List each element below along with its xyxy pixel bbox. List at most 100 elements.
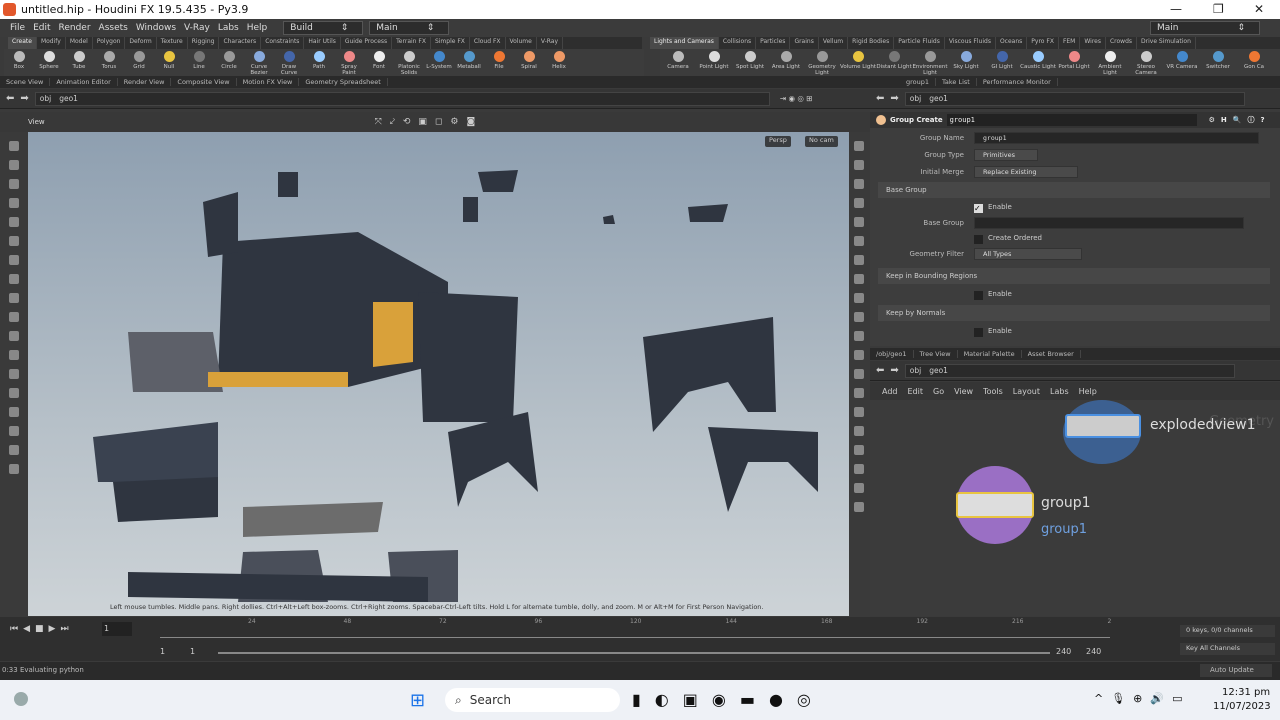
group-type-menu[interactable]: Primitives (974, 149, 1038, 161)
path-obj[interactable]: obj (910, 366, 921, 375)
network-menu-labs[interactable]: Labs (1050, 387, 1069, 396)
range-start[interactable]: 1 (190, 647, 195, 656)
shelf-tab-deform[interactable]: Deform (125, 37, 157, 49)
pane-tab-composite-view[interactable]: Composite View (171, 78, 237, 86)
path-field-params[interactable]: obj geo1 (904, 91, 1245, 106)
shelf-tool-helix[interactable]: Helix (544, 49, 574, 76)
shelf-tab-grains[interactable]: Grains (790, 37, 819, 49)
back-icon[interactable]: ⬅ (6, 93, 14, 104)
pane-tab-motion-fx-view[interactable]: Motion FX View (237, 78, 300, 86)
minimize-button[interactable]: — (1170, 2, 1182, 16)
pane-tab-render-view[interactable]: Render View (118, 78, 172, 86)
shelf-tool-gi-light[interactable]: GI Light (984, 49, 1020, 76)
path-obj[interactable]: obj (40, 94, 51, 103)
back-icon[interactable]: ⬅ (876, 365, 884, 376)
shelf-tab-terrain-fx[interactable]: Terrain FX (392, 37, 431, 49)
base-group-section[interactable]: Base Group (878, 182, 1270, 198)
shelf-tool-l-system[interactable]: L-System (424, 49, 454, 76)
taskbar-search[interactable]: ⌕ Search (445, 688, 620, 712)
network-menu-layout[interactable]: Layout (1013, 387, 1040, 396)
shelf-tool-platonic-solids[interactable]: Platonic Solids (394, 49, 424, 76)
shelf-tab-collisions[interactable]: Collisions (719, 37, 757, 49)
viewport-tool-icons[interactable]: ⤧⤦⟲▣◻⚙◙ (375, 117, 484, 127)
shelf-tab-hair-utils[interactable]: Hair Utils (304, 37, 341, 49)
pane-tab-geometry-spreadsheet[interactable]: Geometry Spreadsheet (299, 78, 388, 86)
network-menu-go[interactable]: Go (933, 387, 944, 396)
menu-help[interactable]: Help (247, 23, 268, 33)
tray-icons[interactable]: ^🎙⊕🔊▭ (1094, 692, 1191, 705)
shelf-tool-distant-light[interactable]: Distant Light (876, 49, 912, 76)
create-ordered-checkbox[interactable] (974, 235, 983, 244)
shelf-tab-model[interactable]: Model (66, 37, 93, 49)
shelf-tab-crowds[interactable]: Crowds (1106, 37, 1138, 49)
shelf-tool-volume-light[interactable]: Volume Light (840, 49, 876, 76)
shelf-tab-constraints[interactable]: Constraints (261, 37, 305, 49)
shelf-tool-gon-ca[interactable]: Gon Ca (1236, 49, 1272, 76)
range-slider[interactable] (218, 652, 1050, 654)
maximize-button[interactable]: ❐ (1213, 2, 1224, 16)
param-header-icons[interactable]: ⚙H🔍ⓘ? (1209, 115, 1271, 125)
menu-assets[interactable]: Assets (99, 23, 128, 33)
shelf-tool-stereo-camera[interactable]: Stereo Camera (1128, 49, 1164, 76)
playback-controls[interactable]: ⏮◀■▶⏭ (10, 624, 74, 634)
shelf-tool-switcher[interactable]: Switcher (1200, 49, 1236, 76)
shelf-tab-v-ray[interactable]: V-Ray (537, 37, 564, 49)
bounding-enable-checkbox[interactable] (974, 291, 983, 300)
shelf-tab-cloud-fx[interactable]: Cloud FX (470, 37, 506, 49)
shelf-tool-area-light[interactable]: Area Light (768, 49, 804, 76)
path-obj[interactable]: obj (910, 94, 921, 103)
shelf-tab-rigid-bodies[interactable]: Rigid Bodies (848, 37, 895, 49)
forward-icon[interactable]: ➡ (890, 93, 898, 104)
timeline-bar[interactable]: 24 48 72 96 120 144 168 192 216 2 (160, 618, 1111, 638)
shelf-tool-circle[interactable]: Circle (214, 49, 244, 76)
persp-menu[interactable]: Persp (765, 136, 791, 147)
clock-date[interactable]: 11/07/2023 (1213, 701, 1271, 712)
close-button[interactable]: ✕ (1254, 2, 1264, 16)
main-context-select[interactable]: Main ⇕ (369, 21, 450, 35)
menu-file[interactable]: File (10, 23, 25, 33)
network-menu-view[interactable]: View (954, 387, 973, 396)
shelf-tab-pyro-fx[interactable]: Pyro FX (1027, 37, 1059, 49)
shelf-tab-wires[interactable]: Wires (1080, 37, 1106, 49)
pin-icon[interactable]: ⇥ ◉ ◎ ⊞ (780, 94, 813, 103)
pane-tab-group1[interactable]: group1 (900, 78, 937, 86)
main-context-select-right[interactable]: Main ⇕ (1150, 21, 1260, 35)
widgets-icon[interactable] (14, 692, 28, 706)
shelf-tab-volume[interactable]: Volume (506, 37, 537, 49)
network-tab-asset-browser[interactable]: Asset Browser (1022, 350, 1081, 358)
start-frame[interactable]: 1 (160, 647, 165, 656)
shelf-tool-curve-bezier[interactable]: Curve Bezier (244, 49, 274, 76)
shelf-tab-vellum[interactable]: Vellum (819, 37, 849, 49)
scene-viewport[interactable]: Persp No cam Left mouse tumbles. Middle … (28, 132, 849, 616)
base-group-enable-checkbox[interactable]: ✓ (974, 204, 983, 213)
menu-vray[interactable]: V-Ray (184, 23, 210, 33)
menu-labs[interactable]: Labs (218, 23, 239, 33)
shelf-tool-path[interactable]: Path (304, 49, 334, 76)
clock-time[interactable]: 12:31 pm (1222, 687, 1270, 698)
menu-windows[interactable]: Windows (136, 23, 176, 33)
forward-icon[interactable]: ➡ (890, 365, 898, 376)
camera-menu[interactable]: No cam (805, 136, 838, 147)
menu-edit[interactable]: Edit (33, 23, 50, 33)
shelf-tool-environment-light[interactable]: Environment Light (912, 49, 948, 76)
path-geo1[interactable]: geo1 (929, 94, 948, 103)
normals-section[interactable]: Keep by Normals (878, 305, 1270, 321)
end-frame[interactable]: 240 (1086, 647, 1101, 656)
network-tab--obj-geo1[interactable]: /obj/geo1 (870, 350, 914, 358)
base-group-field[interactable] (974, 217, 1244, 229)
shelf-tool-sphere[interactable]: Sphere (34, 49, 64, 76)
group1-node[interactable] (956, 492, 1034, 518)
shelf-tab-drive-simulation[interactable]: Drive Simulation (1137, 37, 1196, 49)
shelf-tab-create[interactable]: Create (8, 37, 37, 49)
shelf-tool-spot-light[interactable]: Spot Light (732, 49, 768, 76)
group1-label[interactable]: group1 (1041, 495, 1091, 511)
path-field[interactable]: obj geo1 (34, 91, 770, 106)
shelf-tool-grid[interactable]: Grid (124, 49, 154, 76)
shelf-tool-portal-light[interactable]: Portal Light (1056, 49, 1092, 76)
desktop-select[interactable]: Build ⇕ (283, 21, 364, 35)
shelf-tool-spray-paint[interactable]: Spray Paint (334, 49, 364, 76)
shelf-tool-file[interactable]: File (484, 49, 514, 76)
shelf-tool-torus[interactable]: Torus (94, 49, 124, 76)
pane-tab-scene-view[interactable]: Scene View (0, 78, 51, 86)
network-menu-add[interactable]: Add (882, 387, 898, 396)
